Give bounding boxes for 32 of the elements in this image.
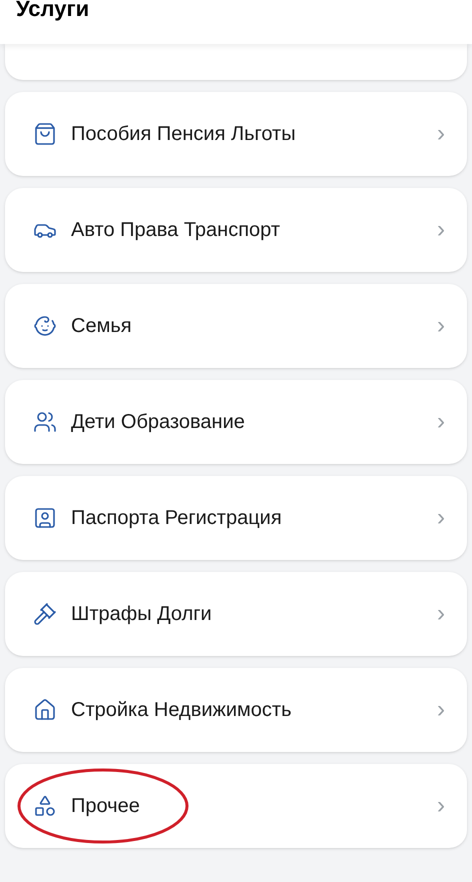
chevron-icon: ›: [437, 698, 445, 722]
chevron-icon: ›: [437, 122, 445, 146]
chevron-icon: ›: [437, 602, 445, 626]
service-item[interactable]: Авто Права Транспорт ›: [5, 188, 467, 272]
shapes-icon: [33, 794, 57, 818]
item-label: Авто Права Транспорт: [71, 218, 282, 243]
baby-icon: [33, 314, 57, 338]
chevron-icon: ›: [437, 410, 445, 434]
service-item[interactable]: Дети Образование ›: [5, 380, 467, 464]
service-item[interactable]: Пособия Пенсия Льготы ›: [5, 92, 467, 176]
item-label: Штрафы Долги: [71, 602, 213, 627]
item-label: Стройка Недвижимость: [71, 698, 292, 723]
person-card-icon: [33, 506, 57, 530]
service-item[interactable]: Стройка Недвижимость ›: [5, 668, 467, 752]
item-label: Пособия Пенсия Льготы: [71, 122, 297, 147]
people-icon: [33, 410, 57, 434]
service-item[interactable]: Паспорта Регистрация ›: [5, 476, 467, 560]
house-icon: [33, 698, 57, 722]
item-label: Паспорта Регистрация: [71, 506, 283, 531]
item-label: Дети Образование: [71, 410, 246, 435]
chevron-icon: ›: [437, 218, 445, 242]
item-label: Семья: [71, 314, 133, 339]
chevron-icon: ›: [437, 314, 445, 338]
item-label: Прочее: [71, 794, 141, 819]
service-item[interactable]: Штрафы Долги ›: [5, 572, 467, 656]
service-item[interactable]: Прочее ›: [5, 764, 467, 848]
service-item[interactable]: Семья ›: [5, 284, 467, 368]
chevron-icon: ›: [437, 794, 445, 818]
bag-icon: [33, 122, 57, 146]
gavel-icon: [33, 602, 57, 626]
page-title: Услуги: [16, 0, 90, 20]
chevron-icon: ›: [437, 506, 445, 530]
